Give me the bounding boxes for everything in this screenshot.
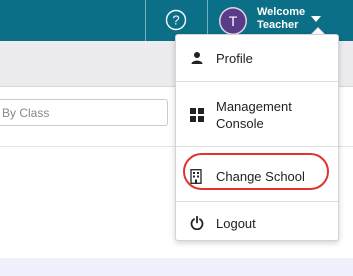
menu-item-label-line2: Console — [216, 116, 264, 131]
help-button[interactable]: ? — [164, 8, 188, 32]
caret-down-icon[interactable] — [311, 16, 321, 22]
menu-item-label-line1: Management — [216, 99, 292, 114]
menu-item-label: Logout — [216, 215, 256, 231]
menu-item-label: Profile — [216, 50, 253, 66]
avatar-initial: T — [228, 13, 238, 29]
class-filter-placeholder: By Class — [2, 106, 50, 120]
power-icon — [190, 216, 204, 230]
change-school-highlight — [183, 153, 329, 190]
menu-item-logout[interactable]: Logout — [176, 213, 338, 233]
user-welcome-text[interactable]: Welcome Teacher — [257, 6, 305, 32]
welcome-label: Welcome — [257, 6, 306, 18]
menu-separator — [176, 146, 338, 147]
svg-text:?: ? — [172, 13, 179, 28]
menu-separator — [176, 81, 338, 82]
menu-item-label: Management Console — [216, 98, 292, 132]
content-row — [0, 258, 353, 276]
menu-separator — [176, 201, 338, 202]
class-filter-input[interactable]: By Class — [0, 99, 168, 126]
dashboard-grid-icon — [190, 108, 204, 122]
user-avatar[interactable]: T — [219, 7, 247, 35]
menu-item-profile[interactable]: Profile — [176, 48, 338, 68]
user-role-label: Teacher — [257, 19, 299, 31]
question-circle-icon: ? — [165, 9, 187, 31]
header-divider — [145, 0, 146, 41]
user-dropdown-menu: Profile Management Console Change School… — [175, 34, 339, 241]
menu-item-management-console[interactable]: Management Console — [176, 97, 338, 133]
user-icon — [190, 51, 204, 65]
